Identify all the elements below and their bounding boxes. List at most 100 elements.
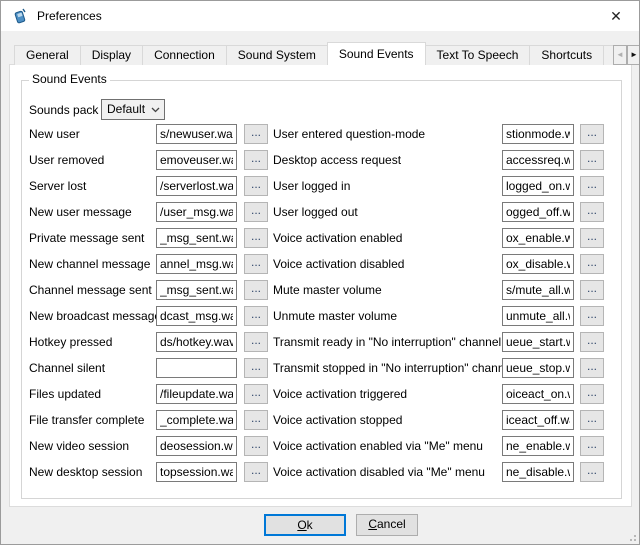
sound-event-file-input[interactable] — [502, 436, 574, 456]
sound-event-file-input[interactable] — [156, 436, 237, 456]
browse-button[interactable]: ... — [244, 254, 268, 274]
sound-event-file-input[interactable] — [156, 332, 237, 352]
title-bar[interactable]: Preferences ✕ — [1, 1, 639, 31]
sound-event-label: Voice activation enabled — [273, 231, 502, 245]
sound-event-file-input[interactable] — [502, 254, 574, 274]
browse-button[interactable]: ... — [580, 150, 604, 170]
sound-event-label: New broadcast message — [29, 309, 156, 323]
sound-event-label: Channel message sent — [29, 283, 156, 297]
sound-event-label: Voice activation disabled via "Me" menu — [273, 465, 502, 479]
sound-event-file-input[interactable] — [502, 332, 574, 352]
sound-event-file-input[interactable] — [502, 124, 574, 144]
browse-button[interactable]: ... — [244, 306, 268, 326]
browse-button[interactable]: ... — [580, 124, 604, 144]
sounds-pack-row: Sounds pack Default — [29, 99, 165, 120]
sound-event-file-input[interactable] — [156, 462, 237, 482]
window-title: Preferences — [37, 1, 102, 31]
close-icon[interactable]: ✕ — [601, 5, 631, 27]
browse-button[interactable]: ... — [244, 202, 268, 222]
sound-event-row: File transfer complete... — [29, 410, 268, 430]
browse-button[interactable]: ... — [244, 150, 268, 170]
browse-button[interactable]: ... — [580, 436, 604, 456]
sound-event-file-input[interactable] — [502, 202, 574, 222]
browse-button[interactable]: ... — [580, 176, 604, 196]
sound-event-file-input[interactable] — [156, 202, 237, 222]
sounds-pack-select[interactable]: Default — [101, 99, 165, 120]
browse-button[interactable]: ... — [580, 280, 604, 300]
tab-sound-system[interactable]: Sound System — [226, 45, 328, 65]
sound-event-label: New desktop session — [29, 465, 156, 479]
browse-button[interactable]: ... — [244, 280, 268, 300]
sound-event-file-input[interactable] — [502, 176, 574, 196]
sound-event-file-input[interactable] — [156, 176, 237, 196]
browse-button[interactable]: ... — [244, 228, 268, 248]
sound-event-file-input[interactable] — [502, 306, 574, 326]
sound-event-file-input[interactable] — [502, 228, 574, 248]
browse-button[interactable]: ... — [580, 462, 604, 482]
tab-display[interactable]: Display — [80, 45, 143, 65]
tab-scroll-right-icon[interactable]: ► — [627, 45, 640, 65]
sound-event-row: Voice activation disabled via "Me" menu.… — [273, 462, 604, 482]
sound-event-file-input[interactable] — [502, 358, 574, 378]
browse-button[interactable]: ... — [580, 306, 604, 326]
sound-event-file-input[interactable] — [156, 410, 237, 430]
browse-button[interactable]: ... — [244, 124, 268, 144]
sound-event-row: New user... — [29, 124, 268, 144]
tab-connection[interactable]: Connection — [142, 45, 227, 65]
tab-shortcuts[interactable]: Shortcuts — [529, 45, 604, 65]
sound-event-label: Channel silent — [29, 361, 156, 375]
sound-event-label: User entered question-mode — [273, 127, 502, 141]
ok-button[interactable]: Ok — [264, 514, 346, 536]
sound-event-file-input[interactable] — [156, 358, 237, 378]
sound-event-label: User logged out — [273, 205, 502, 219]
tab-text-to-speech[interactable]: Text To Speech — [425, 45, 531, 65]
app-icon — [13, 8, 29, 24]
browse-button[interactable]: ... — [580, 254, 604, 274]
cancel-button[interactable]: Cancel — [356, 514, 418, 536]
sound-event-file-input[interactable] — [502, 462, 574, 482]
browse-button[interactable]: ... — [580, 410, 604, 430]
sound-event-file-input[interactable] — [502, 150, 574, 170]
sound-event-row: Transmit ready in "No interruption" chan… — [273, 332, 604, 352]
sound-event-row: Voice activation disabled... — [273, 254, 604, 274]
browse-button[interactable]: ... — [580, 202, 604, 222]
browse-button[interactable]: ... — [580, 358, 604, 378]
sound-event-row: New channel message... — [29, 254, 268, 274]
sound-event-file-input[interactable] — [156, 228, 237, 248]
browse-button[interactable]: ... — [244, 384, 268, 404]
sound-event-row: Voice activation stopped... — [273, 410, 604, 430]
browse-button[interactable]: ... — [244, 332, 268, 352]
resize-grip[interactable] — [627, 532, 636, 541]
sound-event-file-input[interactable] — [156, 306, 237, 326]
preferences-dialog: Preferences ✕ GeneralDisplayConnectionSo… — [0, 0, 640, 545]
tab-sound-events[interactable]: Sound Events — [327, 42, 426, 65]
browse-button[interactable]: ... — [244, 176, 268, 196]
sound-event-label: New video session — [29, 439, 156, 453]
browse-button[interactable]: ... — [244, 462, 268, 482]
sound-event-row: User logged in... — [273, 176, 604, 196]
sound-event-row: Channel message sent... — [29, 280, 268, 300]
sound-event-file-input[interactable] — [156, 254, 237, 274]
sound-event-row: Desktop access request... — [273, 150, 604, 170]
sound-event-label: Unmute master volume — [273, 309, 502, 323]
sound-event-file-input[interactable] — [156, 280, 237, 300]
sound-event-file-input[interactable] — [156, 150, 237, 170]
browse-button[interactable]: ... — [244, 410, 268, 430]
sound-event-row: Server lost... — [29, 176, 268, 196]
tab-general[interactable]: General — [14, 45, 81, 65]
browse-button[interactable]: ... — [580, 384, 604, 404]
tab-video[interactable]: Video — [603, 45, 613, 65]
browse-button[interactable]: ... — [244, 358, 268, 378]
tab-scroll-left-icon[interactable]: ◄ — [613, 45, 627, 65]
sound-event-file-input[interactable] — [502, 410, 574, 430]
browse-button[interactable]: ... — [244, 436, 268, 456]
sound-event-file-input[interactable] — [502, 384, 574, 404]
browse-button[interactable]: ... — [580, 228, 604, 248]
sound-event-label: Transmit ready in "No interruption" chan… — [273, 335, 502, 349]
sound-event-file-input[interactable] — [156, 384, 237, 404]
sound-event-file-input[interactable] — [502, 280, 574, 300]
sound-event-row: Voice activation enabled via "Me" menu..… — [273, 436, 604, 456]
sound-event-file-input[interactable] — [156, 124, 237, 144]
browse-button[interactable]: ... — [580, 332, 604, 352]
sound-event-row: Hotkey pressed... — [29, 332, 268, 352]
